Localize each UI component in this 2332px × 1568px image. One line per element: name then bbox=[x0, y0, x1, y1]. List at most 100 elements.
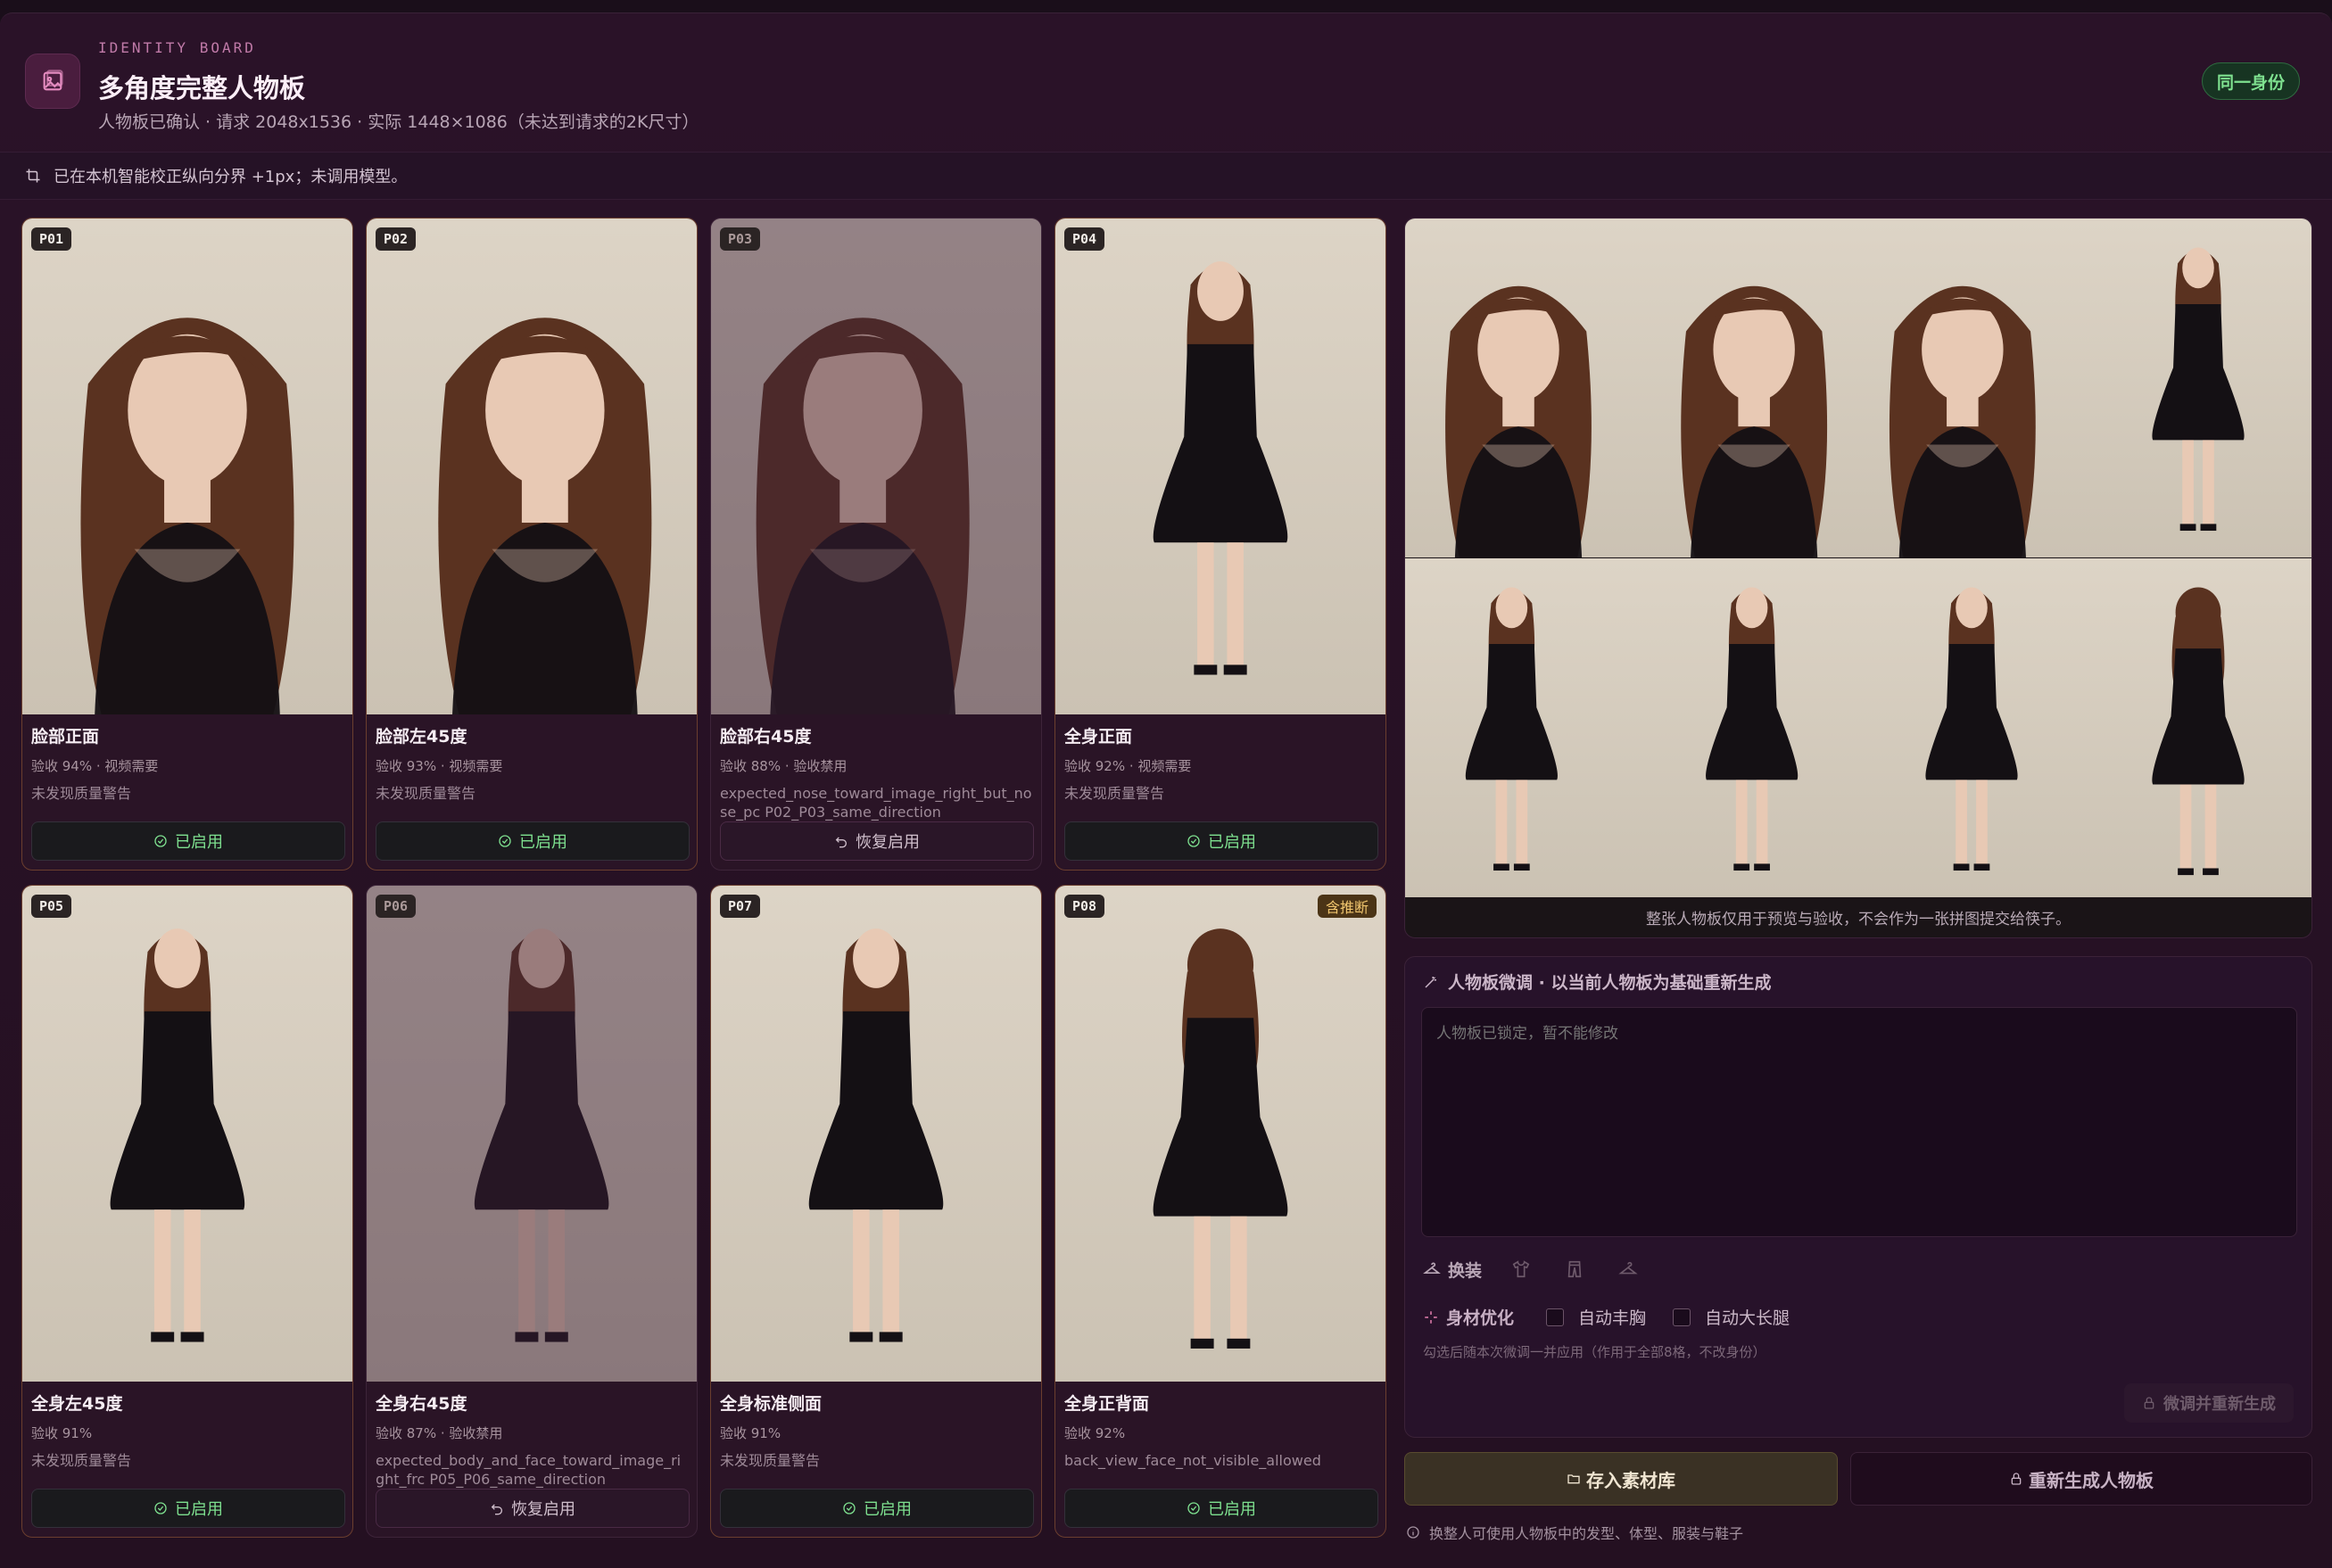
pose-name: 全身标准侧面 bbox=[720, 1394, 823, 1414]
pose-info: 全身标准侧面 验收 91% 未发现质量警告 bbox=[720, 1391, 1034, 1470]
check-circle-icon bbox=[499, 835, 511, 847]
undo-icon bbox=[491, 1504, 502, 1515]
pose-meta: 验收 92% · 视频需要 bbox=[1064, 758, 1192, 774]
shirt-icon[interactable] bbox=[1509, 1257, 1534, 1282]
board-edit-textarea[interactable] bbox=[1421, 1007, 2297, 1237]
lock-icon bbox=[2144, 1397, 2154, 1409]
refine-regenerate-button[interactable]: 微调并重新生成 bbox=[2124, 1383, 2294, 1423]
preview-thumb-p07 bbox=[1858, 558, 2085, 897]
pose-warning: expected_body_and_face_toward_image_righ… bbox=[376, 1452, 682, 1488]
pose-tag: P02 bbox=[376, 227, 417, 251]
pose-name: 脸部左45度 bbox=[376, 727, 467, 747]
body-optimize-row: 身材优化 自动丰胸 自动大长腿 bbox=[1423, 1305, 1816, 1329]
preview-thumb-p04 bbox=[2085, 219, 2311, 557]
pose-info: 全身左45度 验收 91% 未发现质量警告 bbox=[31, 1391, 345, 1470]
pose-warning: expected_nose_toward_image_right_but_nos… bbox=[720, 785, 1032, 821]
preview-caption: 整张人物板仅用于预览与验收，不会作为一张拼图提交给筷子。 bbox=[1646, 910, 2071, 928]
board-edit-panel: 人物板微调 · 以当前人物板为基础重新生成 换装 身材优化 自动丰胸 自动大长腿… bbox=[1404, 956, 2312, 1438]
check-circle-icon bbox=[1187, 835, 1200, 847]
body-optimize-hint: 勾选后随本次微调一并应用（作用于全部8格，不改身份） bbox=[1423, 1344, 1766, 1360]
info-icon bbox=[1407, 1526, 1419, 1539]
save-to-library-button[interactable]: 存入素材库 bbox=[1404, 1452, 1838, 1506]
pose-info: 脸部右45度 验收 88% · 验收禁用 expected_nose_towar… bbox=[720, 723, 1034, 821]
notice-text: 已在本机智能校正纵向分界 +1px；未调用模型。 bbox=[54, 168, 408, 186]
edit-panel-title: 人物板微调 · 以当前人物板为基础重新生成 bbox=[1423, 970, 1771, 994]
outfit-label: 换装 bbox=[1448, 1260, 1483, 1281]
hanger-icon bbox=[1423, 1262, 1441, 1274]
check-circle-icon bbox=[154, 1502, 167, 1514]
pose-photo bbox=[22, 886, 352, 1382]
pose-card-p07: P07 全身标准侧面 验收 91% 未发现质量警告 已启用 bbox=[710, 885, 1042, 1538]
magic-wand-icon bbox=[1425, 976, 1436, 988]
auto-bust-checkbox[interactable] bbox=[1546, 1308, 1565, 1326]
pose-warning: 未发现质量警告 bbox=[31, 1452, 132, 1469]
pose-tag: P08 bbox=[1064, 895, 1105, 918]
pose-photo bbox=[367, 219, 697, 714]
pose-info: 全身右45度 验收 87% · 验收禁用 expected_body_and_f… bbox=[376, 1391, 690, 1489]
pose-card-p01: P01 脸部正面 验收 94% · 视频需要 未发现质量警告 已启用 bbox=[21, 218, 353, 871]
inferred-badge: 含推断 bbox=[1317, 895, 1377, 918]
auto-legs-label[interactable]: 自动大长腿 bbox=[1705, 1305, 1790, 1329]
preview-thumb-p03 bbox=[1858, 219, 2085, 557]
enabled-toggle-button[interactable]: 已启用 bbox=[376, 821, 690, 861]
preview-thumb-p02 bbox=[1632, 219, 1858, 557]
pose-warning: 未发现质量警告 bbox=[31, 785, 132, 802]
pose-warning: 未发现质量警告 bbox=[376, 785, 476, 802]
pose-photo bbox=[711, 886, 1041, 1382]
undo-icon bbox=[835, 837, 847, 848]
pose-photo bbox=[711, 219, 1041, 714]
enabled-toggle-button[interactable]: 已启用 bbox=[1064, 1489, 1378, 1528]
pose-card-p03: P03 脸部右45度 验收 88% · 验收禁用 expected_nose_t… bbox=[710, 218, 1042, 871]
pose-card-p05: P05 全身左45度 验收 91% 未发现质量警告 已启用 bbox=[21, 885, 353, 1538]
check-circle-icon bbox=[154, 835, 167, 847]
pose-info: 全身正面 验收 92% · 视频需要 未发现质量警告 bbox=[1064, 723, 1378, 803]
check-circle-icon bbox=[843, 1502, 856, 1514]
pose-meta: 验收 88% · 验收禁用 bbox=[720, 758, 848, 774]
pose-meta: 验收 93% · 视频需要 bbox=[376, 758, 503, 774]
auto-bust-label[interactable]: 自动丰胸 bbox=[1578, 1305, 1646, 1329]
enabled-toggle-button[interactable]: 已启用 bbox=[31, 1489, 345, 1528]
pose-photo bbox=[1055, 886, 1385, 1382]
enabled-toggle-button[interactable]: 已启用 bbox=[1064, 821, 1378, 861]
eyebrow-label: IDENTITY BOARD bbox=[98, 39, 256, 56]
pose-meta: 验收 92% bbox=[1064, 1425, 1126, 1441]
calibration-notice: 已在本机智能校正纵向分界 +1px；未调用模型。 bbox=[0, 152, 2332, 200]
hanger-small-icon[interactable] bbox=[1616, 1257, 1641, 1282]
identity-badge: 同一身份 bbox=[2201, 62, 2300, 100]
pants-icon[interactable] bbox=[1562, 1257, 1587, 1282]
pose-card-p08: P08 含推断 全身正背面 验收 92% back_view_face_not_… bbox=[1054, 885, 1386, 1538]
pose-meta: 验收 87% · 验收禁用 bbox=[376, 1425, 503, 1441]
pose-card-p04: P04 全身正面 验收 92% · 视频需要 未发现质量警告 已启用 bbox=[1054, 218, 1386, 871]
pose-photo bbox=[1055, 219, 1385, 714]
pose-name: 脸部正面 bbox=[31, 727, 100, 747]
pose-tag: P07 bbox=[720, 895, 761, 918]
lock-icon bbox=[2011, 1473, 2022, 1485]
identity-board-preview: 整张人物板仅用于预览与验收，不会作为一张拼图提交给筷子。 bbox=[1404, 218, 2312, 938]
auto-legs-checkbox[interactable] bbox=[1673, 1308, 1691, 1326]
restore-button[interactable]: 恢复启用 bbox=[376, 1489, 690, 1528]
page-title: 多角度完整人物板 bbox=[98, 73, 306, 103]
pose-card-p02: P02 脸部左45度 验收 93% · 视频需要 未发现质量警告 已启用 bbox=[366, 218, 698, 871]
preview-thumb-p05 bbox=[1405, 558, 1632, 897]
regenerate-board-button[interactable]: 重新生成人物板 bbox=[1850, 1452, 2312, 1506]
enabled-toggle-button[interactable]: 已启用 bbox=[31, 821, 345, 861]
enabled-toggle-button[interactable]: 已启用 bbox=[720, 1489, 1034, 1528]
pose-name: 全身正面 bbox=[1064, 727, 1133, 747]
pose-info: 脸部正面 验收 94% · 视频需要 未发现质量警告 bbox=[31, 723, 345, 803]
image-icon bbox=[25, 54, 80, 109]
folder-icon bbox=[1567, 1474, 1580, 1484]
pose-tag: P05 bbox=[31, 895, 72, 918]
restore-button[interactable]: 恢复启用 bbox=[720, 821, 1034, 861]
pose-warning: 未发现质量警告 bbox=[720, 1452, 821, 1469]
body-optimize-label: 身材优化 bbox=[1446, 1308, 1515, 1328]
board-subtitle: 人物板已确认 · 请求 2048x1536 · 实际 1448×1086（未达到… bbox=[98, 112, 699, 132]
preview-thumb-p08 bbox=[2085, 558, 2311, 897]
pose-tag: P03 bbox=[720, 227, 761, 251]
preview-thumb-p06 bbox=[1632, 558, 1858, 897]
pose-name: 脸部右45度 bbox=[720, 727, 812, 747]
pose-name: 全身左45度 bbox=[31, 1394, 123, 1414]
pose-meta: 验收 91% bbox=[720, 1425, 781, 1441]
footnote: 换整人可使用人物板中的发型、体型、服装与鞋子 bbox=[1406, 1522, 1743, 1543]
pose-info: 全身正背面 验收 92% back_view_face_not_visible_… bbox=[1064, 1391, 1378, 1470]
pose-name: 全身右45度 bbox=[376, 1394, 467, 1414]
